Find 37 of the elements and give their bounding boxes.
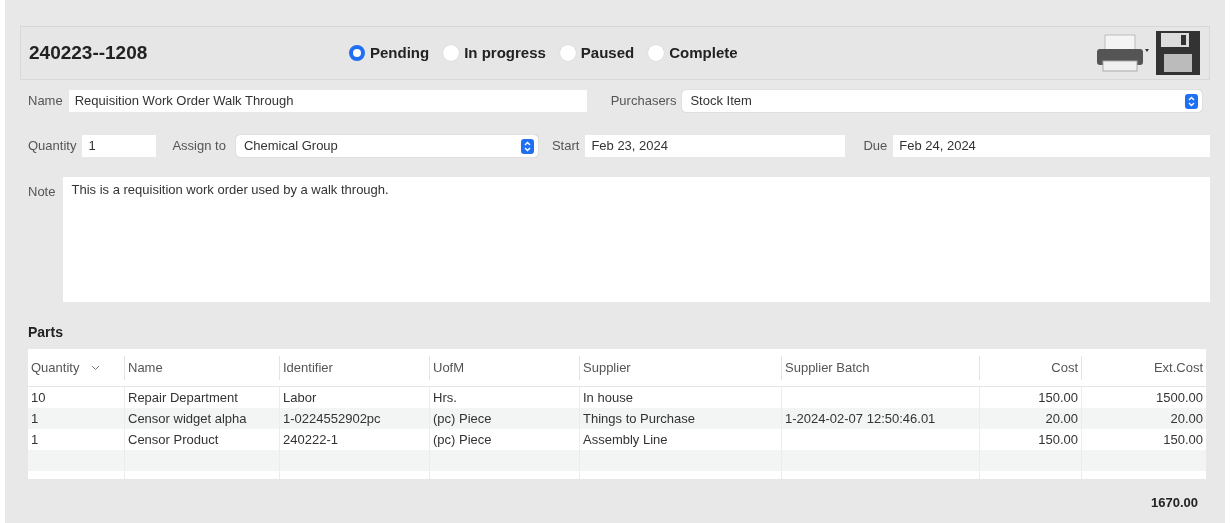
total-amount: 1670.00: [1151, 494, 1198, 512]
field-label: Purchasers: [610, 92, 677, 111]
dropdown[interactable]: Chemical Group: [235, 135, 538, 157]
column-header[interactable]: Name: [125, 355, 280, 380]
field-label: Due: [863, 137, 888, 156]
status-radio[interactable]: In progress: [443, 41, 546, 65]
status-radio[interactable]: Paused: [559, 41, 635, 65]
column-header[interactable]: UofM: [430, 355, 580, 380]
table-cell-text: 20.00: [1169, 409, 1204, 428]
printer-icon[interactable]: [1095, 31, 1149, 75]
table-cell-text: 150.00: [1162, 430, 1204, 449]
column-header[interactable]: Ext.Cost: [1082, 355, 1206, 380]
stepper-icon: [1185, 93, 1198, 109]
note-field[interactable]: This is a requisition work order used by a walk through.: [63, 177, 1210, 302]
text-field[interactable]: Feb 23, 2024: [585, 135, 846, 157]
chevron-down-icon: [91, 364, 101, 371]
status-radio[interactable]: Pending: [349, 41, 430, 65]
text-field[interactable]: Feb 24, 2024: [893, 135, 1210, 157]
field-label: Quantity: [28, 137, 77, 156]
column-header[interactable]: Quantity: [28, 355, 125, 380]
field-label: Note: [28, 184, 56, 199]
field-label: Start: [551, 137, 580, 156]
status-radio[interactable]: Complete: [648, 41, 738, 65]
column-header[interactable]: Supplier Batch: [782, 355, 980, 380]
text-field[interactable]: Requisition Work Order Walk Through: [68, 90, 587, 112]
field-label: Assign to: [172, 137, 226, 156]
column-header[interactable]: Cost: [980, 355, 1082, 380]
text-field[interactable]: 1: [82, 135, 157, 157]
save-icon[interactable]: [1155, 30, 1201, 76]
section-title: Parts: [28, 323, 64, 342]
column-header[interactable]: Identifier: [280, 355, 430, 380]
column-header[interactable]: Supplier: [580, 355, 782, 380]
order-number: 240223--1208: [29, 40, 149, 65]
field-label: Name: [28, 92, 63, 111]
table-cell-text: 1500.00: [1155, 388, 1204, 407]
stepper-icon: [520, 138, 534, 154]
dropdown[interactable]: Stock Item: [682, 90, 1202, 112]
